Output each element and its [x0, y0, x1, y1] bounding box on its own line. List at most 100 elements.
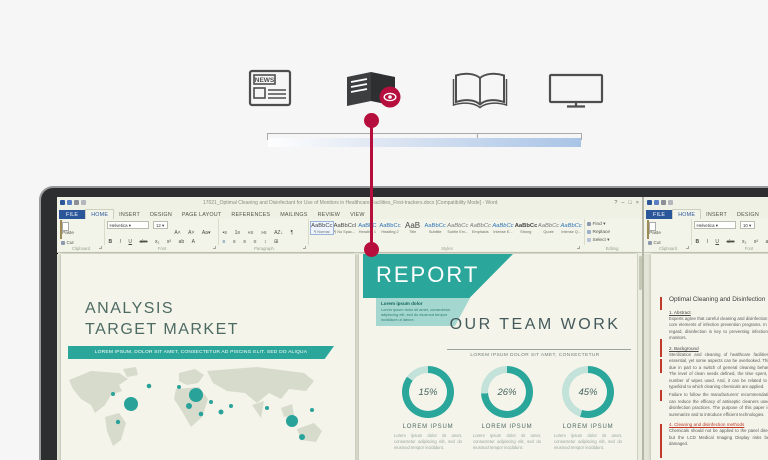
- ribbon-tab[interactable]: PAGE LAYOUT: [764, 210, 768, 220]
- clipboard-group-label: Clipboard: [648, 246, 688, 251]
- close-button[interactable]: ×: [636, 200, 639, 206]
- dialog-launcher-icon[interactable]: [577, 246, 580, 249]
- donut-percent: 15%: [418, 387, 437, 398]
- tracked-change-bar: [660, 390, 662, 401]
- ribbon-group-labels: Clipboard Font Paragraph Styles Editing: [57, 245, 642, 253]
- dialog-launcher-icon[interactable]: [686, 246, 689, 249]
- ribbon-tab[interactable]: REVIEW: [313, 210, 345, 220]
- restore-button[interactable]: □: [628, 200, 631, 206]
- style-name: Subtle Em...: [447, 230, 469, 234]
- doc-block: Experts agree that careful cleaning and …: [669, 316, 768, 342]
- ribbon-tab[interactable]: HOME: [672, 209, 701, 220]
- styles-group-label: Styles: [311, 246, 583, 251]
- replace-button[interactable]: Replace: [587, 229, 640, 237]
- team-subheading: LOREM IPSUM DOLOR SIT AMET, CONSECTETUR: [435, 353, 635, 358]
- document-page: Optimal Cleaning and Disinfection1. Abst…: [651, 254, 768, 460]
- style-name: ¶ No Spac...: [334, 230, 356, 234]
- scissors-icon: [648, 241, 652, 245]
- ribbon-tab[interactable]: INSERT: [114, 210, 145, 220]
- donut-description: Lorem ipsum dolor sit amet, consectetur …: [554, 433, 622, 451]
- dialog-launcher-icon[interactable]: [213, 246, 216, 249]
- style-card[interactable]: AaBbCc Heading 2: [379, 222, 401, 234]
- change-case-button[interactable]: Aa▾: [200, 229, 212, 237]
- style-card[interactable]: AaBbCc Subtitle: [424, 222, 446, 234]
- style-card[interactable]: AaB Title: [402, 222, 424, 234]
- font-name-combo[interactable]: Helvetica ▾: [694, 221, 736, 229]
- ribbon: Paste Cut Copy Format Painter Helvetica …: [57, 219, 642, 245]
- help-button[interactable]: ?: [614, 200, 617, 206]
- show-marks-button[interactable]: ¶: [289, 229, 295, 237]
- title-bar: [644, 197, 768, 208]
- word-app-icon[interactable]: [60, 200, 65, 205]
- ribbon-tab[interactable]: DESIGN: [732, 210, 764, 220]
- ribbon-tabs: FILEHOMEINSERTDESIGNPAGE LAYOUT: [644, 208, 768, 219]
- minimize-button[interactable]: –: [621, 200, 624, 206]
- donut-label: LOREM IPSUM: [390, 424, 466, 430]
- redo-icon[interactable]: [668, 200, 673, 205]
- style-card[interactable]: AaBbC Heading 1: [357, 222, 379, 234]
- font-group-label: Font: [694, 246, 768, 251]
- save-icon[interactable]: [654, 200, 659, 205]
- doc-block: 4. Cleaning and disinfection methods: [669, 422, 768, 427]
- ribbon-tab[interactable]: REFERENCES: [226, 210, 275, 220]
- donut-chart: 45% LOREM IPSUM Lorem ipsum dolor sit am…: [550, 366, 626, 451]
- ribbon-tab[interactable]: DESIGN: [145, 210, 177, 220]
- style-card[interactable]: AaBbCcl ¶ No Spac...: [334, 222, 356, 234]
- word-app-icon[interactable]: [647, 200, 652, 205]
- open-book-icon[interactable]: [452, 71, 508, 109]
- font-size-combo[interactable]: 10 ▾: [740, 221, 755, 229]
- style-preview: AaBbCc: [311, 222, 333, 230]
- newspaper-icon[interactable]: NEWS: [246, 68, 294, 108]
- undo-icon[interactable]: [661, 200, 666, 205]
- report-title: REPORT: [363, 254, 513, 288]
- tracked-change-bar: [660, 424, 662, 458]
- paste-button[interactable]: Paste: [646, 221, 662, 239]
- monitor-display-icon[interactable]: [547, 73, 605, 109]
- team-heading: OUR TEAM WORK: [435, 316, 635, 334]
- select-button[interactable]: Select ▾: [587, 237, 640, 245]
- carousel-slider-track[interactable]: [267, 133, 582, 134]
- callout-heading: Lorem ipsum dolor: [381, 301, 462, 306]
- clipboard-group-label: Clipboard: [61, 246, 101, 251]
- style-name: Heading 1: [357, 230, 379, 234]
- quick-access-toolbar: [60, 200, 86, 205]
- font-size-combo[interactable]: 12 ▾: [153, 221, 168, 229]
- style-card[interactable]: AaBbCc ¶ Normal: [311, 222, 333, 234]
- paste-button[interactable]: Paste: [59, 221, 75, 239]
- dialog-launcher-icon[interactable]: [303, 246, 306, 249]
- ribbon-tab[interactable]: PAGE LAYOUT: [177, 210, 226, 220]
- style-card[interactable]: AaBbCc Emphasis: [470, 222, 492, 234]
- dialog-launcher-icon[interactable]: [99, 246, 102, 249]
- font-group: Helvetica ▾ 12 ▾ A˄ A˅ Aa▾ B I U abc x₂: [105, 219, 219, 245]
- ribbon-tab[interactable]: INSERT: [701, 210, 732, 220]
- document-page-right: REPORT Lorem ipsum dolor Lorem ipsum dol…: [359, 254, 637, 460]
- save-icon[interactable]: [67, 200, 72, 205]
- world-map: [61, 364, 354, 460]
- donut-charts: 15% LOREM IPSUM Lorem ipsum dolor sit am…: [359, 366, 637, 460]
- ribbon: Paste Cut Copy Format Painter Helvetica …: [644, 219, 768, 245]
- connector-line: [370, 120, 373, 250]
- font-group-label: Font: [107, 246, 217, 251]
- ribbon-tab[interactable]: FILE: [646, 210, 672, 220]
- ribbon-tabs: FILEHOMEINSERTDESIGNPAGE LAYOUTREFERENCE…: [57, 208, 642, 219]
- ribbon-tab[interactable]: MAILINGS: [275, 210, 312, 220]
- style-card[interactable]: AaBbCc Intense E...: [492, 222, 514, 234]
- style-name: ¶ Normal: [311, 230, 333, 234]
- style-card[interactable]: AaBbCc Subtle Em...: [447, 222, 469, 234]
- style-card[interactable]: AaBbCc Quote: [538, 222, 560, 234]
- style-card[interactable]: AaBbCc Intense Q...: [560, 222, 582, 234]
- ribbon-tab[interactable]: FILE: [59, 210, 85, 220]
- style-card[interactable]: AaBbCc Strong: [515, 222, 537, 234]
- carousel-slider-progress[interactable]: [268, 138, 581, 147]
- font-name-combo[interactable]: Helvetica ▾: [107, 221, 149, 229]
- ebook-reading-icon[interactable]: [344, 69, 402, 111]
- clipboard-group: Paste Cut Copy Format Painter: [644, 219, 692, 245]
- ribbon-tab[interactable]: HOME: [85, 209, 114, 220]
- undo-icon[interactable]: [74, 200, 79, 205]
- donut-ring: 26%: [481, 366, 533, 418]
- find-button[interactable]: Find ▾: [587, 221, 640, 229]
- style-name: Intense E...: [492, 230, 514, 234]
- style-preview: AaBbCc: [379, 222, 401, 230]
- select-icon: [587, 238, 591, 242]
- ribbon-tab[interactable]: VIEW: [345, 210, 370, 220]
